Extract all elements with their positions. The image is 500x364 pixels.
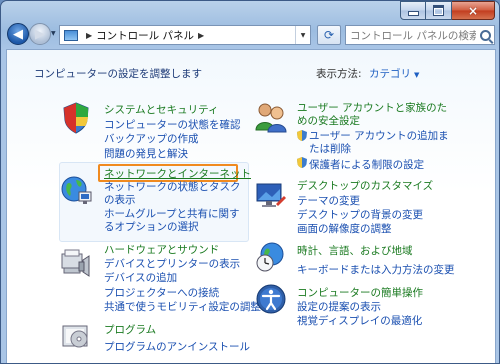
- programs-title[interactable]: プログラム: [104, 322, 156, 337]
- navigation-bar: ◀ ▶ ▼ ▶ コントロール パネル ▶ ▼ ⟳ コントロール パネルの検索: [1, 21, 499, 49]
- hardware-sound-title[interactable]: ハードウェアとサウンド: [104, 242, 219, 257]
- link-homegroup-sharing[interactable]: ホームグループと共有に関するオプションの選択: [104, 208, 246, 234]
- clock-language-region-icon: [256, 242, 284, 272]
- link-change-theme[interactable]: テーマの変更: [297, 193, 360, 208]
- link-add-device[interactable]: デバイスの追加: [104, 270, 177, 285]
- user-accounts-icon: [255, 103, 287, 133]
- close-button[interactable]: ×: [452, 1, 495, 20]
- link-uninstall-program[interactable]: プログラムのアンインストール: [104, 339, 250, 354]
- appearance-title[interactable]: デスクトップのカスタマイズ: [297, 178, 433, 193]
- address-dropdown-icon[interactable]: ▼: [295, 26, 310, 44]
- link-change-keyboard-input[interactable]: キーボードまたは入力方法の変更: [297, 262, 455, 277]
- link-mobility-settings[interactable]: 共通で使うモビリティ設定の調整: [104, 299, 261, 314]
- search-icon[interactable]: [476, 29, 494, 41]
- user-accounts-title[interactable]: ユーザー アカウントと家族のための安全設定: [297, 102, 457, 128]
- control-panel-icon: [64, 29, 78, 41]
- link-adjust-screen-resolution[interactable]: 画面の解像度の調整: [297, 221, 392, 236]
- forward-arrow-icon: ▶: [35, 26, 45, 42]
- caption-buttons: ×: [400, 1, 495, 20]
- minimize-button[interactable]: [400, 1, 426, 20]
- link-network-status-tasks[interactable]: ネットワークの状態とタスクの表示: [104, 181, 246, 207]
- maximize-button[interactable]: [426, 1, 452, 20]
- network-internet-title[interactable]: ネットワークとインターネット: [104, 166, 251, 181]
- refresh-icon: ⟳: [323, 28, 335, 42]
- link-parental-controls[interactable]: 保護者による制限の設定: [309, 157, 424, 172]
- uac-shield-icon: [297, 157, 307, 168]
- content-area: コンピューターの設定を調整します 表示方法: カテゴリ ▼ システムとセキュリティ…: [6, 49, 496, 363]
- breadcrumb-separator-icon[interactable]: ▶: [198, 31, 204, 40]
- search-input[interactable]: コントロール パネルの検索: [346, 28, 476, 43]
- programs-icon: [62, 325, 88, 348]
- refresh-button[interactable]: ⟳: [317, 25, 341, 45]
- back-button[interactable]: ◀: [7, 23, 29, 45]
- system-security-title[interactable]: システムとセキュリティ: [104, 102, 219, 117]
- uac-shield-icon: [297, 130, 307, 141]
- network-internet-icon: [61, 176, 92, 204]
- chevron-down-icon[interactable]: ▼: [414, 71, 419, 79]
- view-by-label: 表示方法:: [316, 68, 362, 80]
- link-find-fix-problems[interactable]: 問題の発見と解決: [104, 146, 188, 161]
- link-change-desktop-background[interactable]: デスクトップの背景の変更: [297, 207, 423, 222]
- search-box[interactable]: コントロール パネルの検索: [345, 25, 495, 45]
- view-by-value[interactable]: カテゴリ: [369, 68, 411, 80]
- view-by-dropdown[interactable]: カテゴリ ▼: [369, 66, 419, 81]
- link-add-remove-user-account[interactable]: ユーザー アカウントの追加または削除: [309, 130, 457, 156]
- appearance-personalization-icon: [256, 183, 286, 207]
- link-suggested-settings[interactable]: 設定の提案の表示: [297, 299, 381, 314]
- maximize-icon: [433, 5, 444, 16]
- back-arrow-icon: ◀: [13, 26, 23, 42]
- breadcrumb-separator-icon[interactable]: ▶: [86, 31, 92, 40]
- breadcrumb-control-panel[interactable]: コントロール パネル: [96, 28, 194, 43]
- link-connect-projector[interactable]: プロジェクターへの接続: [104, 285, 219, 300]
- link-optimize-visual-display[interactable]: 視覚ディスプレイの最適化: [297, 313, 422, 328]
- address-bar[interactable]: ▶ コントロール パネル ▶ ▼: [59, 25, 311, 45]
- page-heading: コンピューターの設定を調整します: [34, 68, 202, 80]
- hardware-sound-icon: [61, 249, 90, 277]
- link-check-computer-status[interactable]: コンピューターの状態を確認: [104, 117, 241, 132]
- ease-of-access-title[interactable]: コンピューターの簡単操作: [297, 285, 423, 300]
- recent-pages-dropdown[interactable]: ▼: [51, 30, 56, 37]
- clock-language-title[interactable]: 時計、言語、および地域: [297, 243, 413, 258]
- link-create-backup[interactable]: バックアップの作成: [104, 131, 199, 146]
- ease-of-access-icon: [256, 284, 286, 314]
- minimize-icon: [407, 11, 419, 16]
- close-icon: ×: [467, 3, 479, 18]
- link-view-devices-printers[interactable]: デバイスとプリンターの表示: [104, 256, 240, 271]
- control-panel-window: × ◀ ▶ ▼ ▶ コントロール パネル ▶ ▼ ⟳ コントロール パネルの検索…: [0, 0, 500, 364]
- forward-button[interactable]: ▶: [29, 23, 51, 45]
- system-security-icon: [63, 102, 89, 134]
